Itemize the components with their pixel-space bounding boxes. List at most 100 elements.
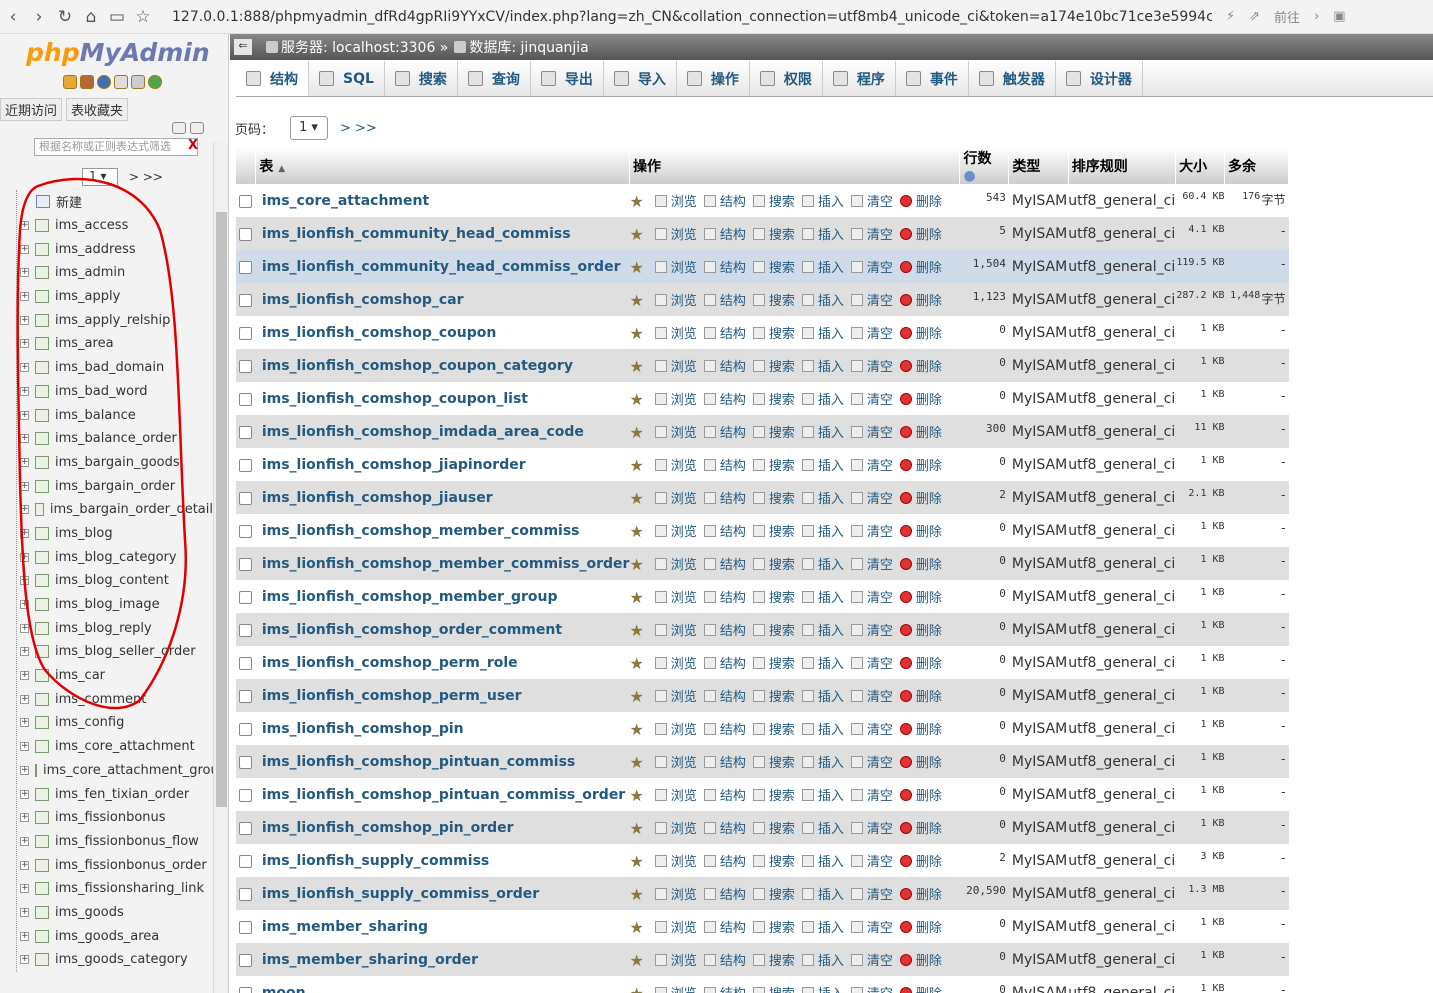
expand-icon[interactable]: + [20, 434, 29, 444]
sidebar-table-item[interactable]: + ims_blog_image [17, 593, 213, 617]
expand-icon[interactable]: + [20, 315, 29, 325]
sidebar-table-item[interactable]: + ims_apply [17, 285, 213, 309]
sidebar-table-item[interactable]: + ims_area [17, 332, 213, 356]
op-structure-link[interactable]: 结构 [703, 752, 746, 771]
op-insert-link[interactable]: 插入 [801, 785, 844, 804]
op-browse-link[interactable]: 浏览 [654, 818, 697, 837]
expand-icon[interactable]: + [20, 718, 29, 728]
op-browse-link[interactable]: 浏览 [654, 422, 697, 441]
op-browse-link[interactable]: 浏览 [654, 290, 697, 309]
expand-icon[interactable]: + [20, 671, 29, 681]
table-icon[interactable] [35, 905, 49, 919]
sidebar-table-item[interactable]: + ims_fissionbonus_order [17, 853, 213, 877]
op-search-link[interactable]: 搜索 [752, 554, 795, 573]
tab-9[interactable]: 事件 [896, 61, 969, 96]
sidebar-table-label[interactable]: ims_goods_category [55, 952, 188, 967]
op-insert-link[interactable]: 插入 [801, 257, 844, 276]
table-row[interactable]: ims_lionfish_comshop_pin_order ★ 浏览 结构 搜索 插入 清… [236, 811, 1289, 844]
tab-6[interactable]: 操作 [677, 61, 750, 96]
op-search-link[interactable]: 搜索 [752, 950, 795, 969]
favorite-icon[interactable]: ★ [629, 621, 647, 640]
op-insert-link[interactable]: 插入 [801, 950, 844, 969]
sidebar-table-label[interactable]: ims_apply_relship [55, 313, 170, 328]
sidebar-table-label[interactable]: ims_blog [55, 526, 113, 541]
op-drop-link[interactable]: 删除 [899, 224, 942, 243]
expand-icon[interactable]: + [20, 789, 29, 799]
table-filter-input[interactable]: 根据名称或正则表达式筛选 [34, 138, 198, 156]
op-search-link[interactable]: 搜索 [752, 455, 795, 474]
collapse-nav-icon[interactable]: ⇐ [234, 39, 252, 55]
op-structure-link[interactable]: 结构 [703, 653, 746, 672]
sidebar-table-item[interactable]: + ims_bargain_order_detail [17, 498, 213, 522]
op-structure-link[interactable]: 结构 [703, 917, 746, 936]
table-size[interactable]: 1 KB [1175, 580, 1225, 613]
op-search-link[interactable]: 搜索 [752, 917, 795, 936]
op-browse-link[interactable]: 浏览 [654, 917, 697, 936]
op-browse-link[interactable]: 浏览 [654, 488, 697, 507]
op-browse-link[interactable]: 浏览 [654, 521, 697, 540]
page-select[interactable]: 1 ▾ [290, 116, 329, 140]
table-name-link[interactable]: ims_lionfish_comshop_member_group [255, 580, 630, 613]
expand-icon[interactable]: + [20, 860, 29, 870]
op-empty-link[interactable]: 清空 [850, 389, 893, 408]
table-icon[interactable] [35, 716, 49, 730]
op-search-link[interactable]: 搜索 [752, 752, 795, 771]
table-name-link[interactable]: ims_lionfish_comshop_member_commiss_orde… [255, 547, 630, 580]
row-checkbox[interactable] [236, 844, 256, 877]
favorite-icon[interactable]: ★ [629, 423, 647, 442]
sidebar-table-label[interactable]: ims_fissionsharing_link [55, 881, 204, 896]
tab-1[interactable]: SQL [309, 61, 385, 96]
settings-icon[interactable] [131, 75, 145, 89]
sidebar-table-item[interactable]: + ims_core_attachment_group [17, 759, 227, 783]
row-checkbox[interactable] [236, 943, 256, 976]
op-insert-link[interactable]: 插入 [801, 686, 844, 705]
table-row[interactable]: ims_lionfish_comshop_pintuan_commiss_ord… [236, 778, 1289, 811]
op-insert-link[interactable]: 插入 [801, 323, 844, 342]
op-search-link[interactable]: 搜索 [752, 290, 795, 309]
favorite-icon[interactable]: ★ [629, 720, 647, 739]
row-checkbox[interactable] [236, 811, 256, 844]
table-size[interactable]: 1.3 MB [1175, 877, 1225, 910]
favorite-icon[interactable]: ★ [629, 555, 647, 574]
row-checkbox[interactable] [236, 217, 256, 250]
row-checkbox[interactable] [236, 184, 256, 217]
share-icon[interactable]: ⇗ [1249, 9, 1260, 24]
op-structure-link[interactable]: 结构 [703, 554, 746, 573]
sidebar-table-label[interactable]: ims_admin [55, 265, 125, 280]
sidebar-table-label[interactable]: ims_access [55, 218, 128, 233]
tab-7[interactable]: 权限 [750, 61, 823, 96]
op-insert-link[interactable]: 插入 [801, 917, 844, 936]
op-insert-link[interactable]: 插入 [801, 851, 844, 870]
expand-icon[interactable]: + [20, 884, 29, 894]
op-structure-link[interactable]: 结构 [703, 455, 746, 474]
header-collation[interactable]: 排序规则 [1068, 148, 1177, 184]
expand-icon[interactable]: + [20, 268, 29, 278]
op-drop-link[interactable]: 删除 [899, 917, 942, 936]
table-size[interactable]: 287.2 KB [1175, 283, 1225, 316]
favorite-icon[interactable]: ★ [629, 390, 647, 409]
op-structure-link[interactable]: 结构 [703, 257, 746, 276]
op-drop-link[interactable]: 删除 [899, 851, 942, 870]
row-checkbox[interactable] [236, 910, 256, 943]
op-drop-link[interactable]: 删除 [899, 719, 942, 738]
table-size[interactable]: 1 KB [1175, 778, 1225, 811]
op-structure-link[interactable]: 结构 [703, 323, 746, 342]
link-icon[interactable] [190, 122, 204, 134]
table-name-link[interactable]: ims_lionfish_comshop_coupon_list [255, 382, 630, 415]
op-empty-link[interactable]: 清空 [850, 356, 893, 375]
collapse-all-icon[interactable] [172, 122, 186, 134]
sidebar-table-label[interactable]: ims_blog_category [55, 550, 177, 565]
op-browse-link[interactable]: 浏览 [654, 191, 697, 210]
exit-icon[interactable] [80, 75, 94, 89]
go-button[interactable]: 前往 [1274, 7, 1300, 26]
expand-icon[interactable]: + [20, 600, 29, 610]
table-name-link[interactable]: ims_lionfish_comshop_car [255, 283, 630, 316]
op-browse-link[interactable]: 浏览 [654, 620, 697, 639]
sidebar-table-item[interactable]: + ims_fissionbonus [17, 806, 213, 830]
table-icon[interactable] [35, 503, 44, 517]
sidebar-table-label[interactable]: ims_fissionbonus [55, 810, 166, 825]
favorite-icon[interactable]: ★ [629, 357, 647, 376]
table-size[interactable]: 4.1 KB [1175, 217, 1225, 250]
favorite-icon[interactable]: ★ [629, 225, 647, 244]
op-drop-link[interactable]: 删除 [899, 587, 942, 606]
